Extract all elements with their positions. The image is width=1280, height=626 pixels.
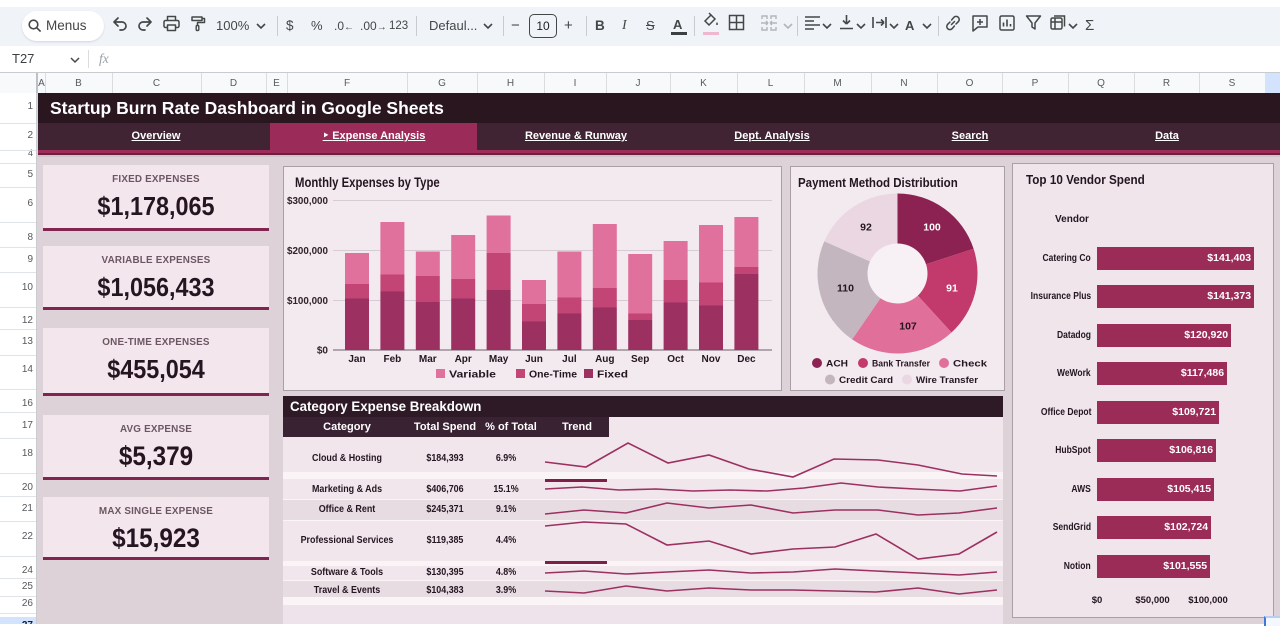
svg-text:110: 110	[837, 283, 854, 295]
svg-text:Jun: Jun	[525, 354, 543, 365]
svg-text:91: 91	[946, 283, 958, 295]
svg-text:100: 100	[923, 222, 941, 234]
svg-text:Fixed: Fixed	[597, 370, 628, 381]
svg-text:Mar: Mar	[419, 354, 437, 365]
svg-text:One-Time: One-Time	[529, 370, 577, 381]
svg-text:Credit Card: Credit Card	[839, 375, 893, 386]
svg-text:Jul: Jul	[562, 354, 577, 365]
svg-text:Variable: Variable	[449, 370, 497, 381]
svg-text:May: May	[489, 354, 509, 365]
svg-text:Aug: Aug	[595, 354, 614, 365]
svg-text:Bank Transfer: Bank Transfer	[872, 359, 930, 370]
svg-text:92: 92	[860, 222, 872, 234]
svg-text:Sep: Sep	[631, 354, 649, 365]
svg-text:Feb: Feb	[384, 354, 402, 365]
svg-text:Wire Transfer: Wire Transfer	[916, 375, 978, 386]
svg-text:Oct: Oct	[667, 354, 684, 365]
svg-text:$100,000: $100,000	[287, 296, 328, 307]
svg-text:$300,000: $300,000	[287, 196, 328, 207]
svg-text:$0: $0	[317, 346, 329, 357]
svg-text:Apr: Apr	[455, 354, 472, 365]
svg-text:107: 107	[899, 321, 917, 333]
svg-text:Check: Check	[953, 359, 988, 370]
svg-text:Nov: Nov	[702, 354, 721, 365]
svg-text:ACH: ACH	[826, 359, 848, 370]
svg-text:Jan: Jan	[348, 354, 365, 365]
svg-text:Dec: Dec	[737, 354, 756, 365]
svg-text:$200,000: $200,000	[287, 246, 328, 257]
